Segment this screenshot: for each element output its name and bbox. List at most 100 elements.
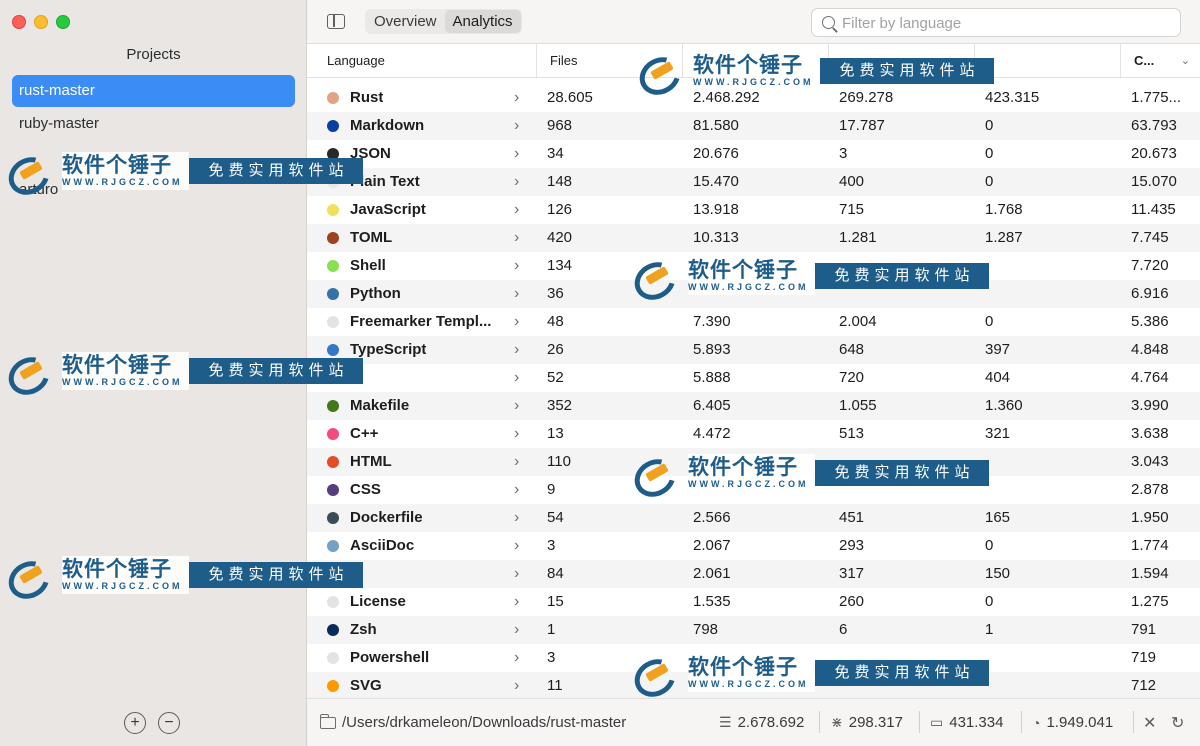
table-row[interactable]: Plain Text › 148 15.470 400 0 15.070: [307, 168, 1200, 196]
close-window-button[interactable]: [12, 15, 26, 29]
watermark-tagline: 免费实用软件站: [814, 263, 989, 289]
comments-count: 1.768: [985, 201, 1023, 218]
total-blanks-value: 298.317: [848, 714, 903, 731]
table-row[interactable]: Dockerfile › 54 2.566 451 165 1.950: [307, 504, 1200, 532]
chevron-right-icon[interactable]: ›: [514, 224, 519, 252]
column-header-code[interactable]: C... ⌄: [1120, 44, 1200, 78]
table-row[interactable]: JSON › 34 20.676 3 0 20.673: [307, 140, 1200, 168]
files-count: 134: [547, 257, 573, 274]
watermark: 软件个锤子 WWW.RJGCZ.COM 免费实用软件站: [630, 654, 989, 692]
code-count: 15.070: [1131, 173, 1177, 190]
code-count: 3.990: [1131, 397, 1169, 414]
chevron-right-icon[interactable]: ›: [514, 280, 519, 308]
files-count: 9: [547, 481, 556, 498]
lines-count: 13.918: [693, 201, 739, 218]
chevron-right-icon[interactable]: ›: [514, 588, 519, 616]
chevron-right-icon[interactable]: ›: [514, 336, 519, 364]
language-name: Dockerfile: [350, 509, 423, 526]
chevron-right-icon[interactable]: ›: [514, 168, 519, 196]
language-color-dot: [327, 288, 339, 300]
blanks-count: 317: [839, 565, 865, 582]
table-row[interactable]: Markdown › 968 81.580 17.787 0 63.793: [307, 112, 1200, 140]
code-count: 2.878: [1131, 481, 1169, 498]
table-row[interactable]: C++ › 13 4.472 513 321 3.638: [307, 420, 1200, 448]
code-count: 1.594: [1131, 565, 1169, 582]
blanks-count: 400: [839, 173, 865, 190]
tab-overview[interactable]: Overview: [366, 10, 445, 33]
files-count: 36: [547, 285, 564, 302]
chevron-right-icon[interactable]: ›: [514, 504, 519, 532]
chevron-right-icon[interactable]: ›: [514, 616, 519, 644]
comments-count: 0: [985, 145, 994, 162]
sidebar-footer: + −: [124, 712, 180, 734]
language-color-dot: [327, 680, 339, 692]
minimize-window-button[interactable]: [34, 15, 48, 29]
chevron-right-icon[interactable]: ›: [514, 252, 519, 280]
gauge-icon: ◔: [1032, 714, 1041, 731]
language-name: CSS: [350, 481, 381, 498]
remove-project-button[interactable]: −: [158, 712, 180, 734]
chevron-right-icon[interactable]: ›: [514, 532, 519, 560]
chevron-right-icon[interactable]: ›: [514, 644, 519, 672]
chevron-right-icon[interactable]: ›: [514, 476, 519, 504]
files-count: 126: [547, 201, 573, 218]
chevron-right-icon[interactable]: ›: [514, 560, 519, 588]
files-count: 15: [547, 593, 564, 610]
chevron-right-icon[interactable]: ›: [514, 672, 519, 700]
project-item-ruby-master[interactable]: ruby-master: [12, 108, 295, 140]
table-row[interactable]: › 84 2.061 317 150 1.594: [307, 560, 1200, 588]
search-input[interactable]: [842, 12, 1162, 34]
folder-icon: [319, 714, 336, 729]
files-count: 110: [547, 453, 571, 470]
zoom-window-button[interactable]: [56, 15, 70, 29]
files-count: 11: [547, 677, 563, 694]
chevron-right-icon[interactable]: ›: [514, 308, 519, 336]
project-item-rust-master[interactable]: rust-master: [12, 75, 295, 107]
refresh-icon[interactable]: ↻: [1171, 713, 1184, 733]
comments-count: 0: [985, 313, 994, 330]
table-row[interactable]: Zsh › 1 798 6 1 791: [307, 616, 1200, 644]
comment-icon: ▭: [930, 714, 944, 730]
files-count: 48: [547, 313, 564, 330]
total-comments: ▭ 431.334: [930, 714, 1003, 731]
table-row[interactable]: Freemarker Templ... › 48 7.390 2.004 0 5.386: [307, 308, 1200, 336]
language-color-dot: [327, 596, 339, 608]
comments-count: 165: [985, 509, 1011, 526]
blanks-count: 648: [839, 341, 865, 358]
language-name: Powershell: [350, 649, 430, 666]
chevron-right-icon[interactable]: ›: [514, 392, 519, 420]
chevron-right-icon[interactable]: ›: [514, 448, 519, 476]
blanks-count: 1.281: [839, 229, 877, 246]
language-name: TOML: [350, 229, 393, 246]
blanks-count: 3: [839, 145, 848, 162]
column-header-comments[interactable]: [974, 44, 1120, 78]
add-project-button[interactable]: +: [124, 712, 146, 734]
code-count: 4.848: [1131, 341, 1169, 358]
watermark-logo-icon: [4, 152, 62, 190]
chevron-right-icon[interactable]: ›: [514, 420, 519, 448]
chevron-right-icon[interactable]: ›: [514, 196, 519, 224]
files-count: 34: [547, 145, 564, 162]
table-row[interactable]: › 52 5.888 720 404 4.764: [307, 364, 1200, 392]
tab-analytics[interactable]: Analytics: [444, 10, 521, 33]
table-row[interactable]: Makefile › 352 6.405 1.055 1.360 3.990: [307, 392, 1200, 420]
table-row[interactable]: TypeScript › 26 5.893 648 397 4.848: [307, 336, 1200, 364]
chevron-right-icon[interactable]: ›: [514, 112, 519, 140]
table-row[interactable]: AsciiDoc › 3 2.067 293 0 1.774: [307, 532, 1200, 560]
watermark-logo-icon: [635, 52, 693, 90]
code-count: 4.764: [1131, 369, 1169, 386]
chevron-right-icon[interactable]: ›: [514, 364, 519, 392]
chevron-right-icon[interactable]: ›: [514, 84, 519, 112]
column-header-language[interactable]: Language: [307, 44, 536, 78]
lines-count: 4.472: [693, 425, 731, 442]
table-row[interactable]: JavaScript › 126 13.918 715 1.768 11.435: [307, 196, 1200, 224]
language-color-dot: [327, 652, 339, 664]
tools-icon[interactable]: ✕: [1143, 713, 1156, 733]
table-row[interactable]: License › 15 1.535 260 0 1.275: [307, 588, 1200, 616]
sidebar-toggle-icon[interactable]: [327, 14, 345, 29]
chevron-right-icon[interactable]: ›: [514, 140, 519, 168]
table-row[interactable]: TOML › 420 10.313 1.281 1.287 7.745: [307, 224, 1200, 252]
watermark-name: 软件个锤子: [688, 259, 798, 282]
language-color-dot: [327, 232, 339, 244]
search-field[interactable]: [811, 8, 1181, 37]
